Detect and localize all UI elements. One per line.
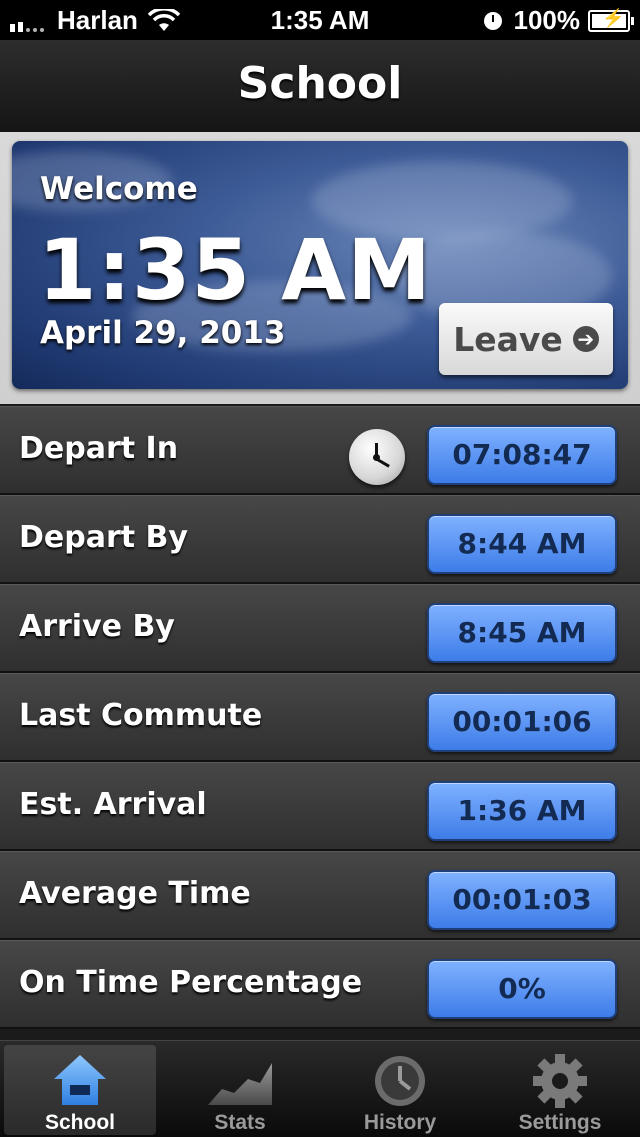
leave-button[interactable]: Leave ➔ [439, 303, 613, 375]
tab-label: Stats [214, 1111, 266, 1134]
row-arrive-by: Arrive By 8:45 AM [0, 584, 640, 673]
sky-card: Welcome 1:35 AM April 29, 2013 Leave ➔ [12, 141, 628, 389]
row-label: Last Commute [19, 698, 263, 733]
welcome-text: Welcome [40, 171, 198, 207]
clock-icon [349, 429, 405, 485]
home-icon [54, 1055, 106, 1105]
alarm-clock-icon [483, 11, 502, 30]
row-value: 00:01:06 [427, 692, 617, 752]
navigation-bar: School [0, 40, 640, 134]
tab-school[interactable]: School [4, 1045, 156, 1135]
row-value: 8:45 AM [427, 603, 617, 663]
row-value: 8:44 AM [427, 514, 617, 574]
row-value: 07:08:47 [427, 425, 617, 485]
tab-label: Settings [518, 1111, 602, 1134]
row-value: 1:36 AM [427, 781, 617, 841]
tab-label: History [363, 1111, 437, 1134]
row-label: Est. Arrival [19, 787, 207, 822]
gear-icon [533, 1054, 587, 1108]
page-title: School [237, 58, 403, 109]
row-label: Average Time [19, 876, 251, 911]
tab-history[interactable]: History [324, 1045, 476, 1135]
current-time: 1:35 AM [38, 221, 432, 319]
row-depart-in: Depart In 07:08:47 [0, 406, 640, 495]
row-label: On Time Percentage [19, 965, 363, 1000]
current-date: April 29, 2013 [40, 315, 286, 351]
battery-percent: 100% [513, 5, 581, 35]
tab-bar: School Stats History Settings [0, 1040, 640, 1137]
row-depart-by: Depart By 8:44 AM [0, 495, 640, 584]
tab-settings[interactable]: Settings [484, 1045, 636, 1135]
status-right: 100% ⚡ [483, 5, 634, 36]
commute-list: Depart In 07:08:47 Depart By 8:44 AM Arr… [0, 406, 640, 1029]
row-label: Depart By [19, 520, 188, 555]
header-section: Welcome 1:35 AM April 29, 2013 Leave ➔ [0, 132, 640, 404]
leave-label: Leave [453, 319, 563, 359]
battery-icon: ⚡ [588, 8, 634, 32]
row-value: 0% [427, 959, 617, 1019]
tab-label: School [44, 1111, 115, 1134]
chart-icon [208, 1063, 272, 1105]
row-value: 00:01:03 [427, 870, 617, 930]
row-on-time-percentage: On Time Percentage 0% [0, 940, 640, 1029]
status-bar: Harlan 1:35 AM 100% ⚡ [0, 0, 640, 40]
arrow-right-icon: ➔ [572, 326, 599, 352]
row-average-time: Average Time 00:01:03 [0, 851, 640, 940]
row-label: Depart In [19, 431, 179, 466]
row-last-commute: Last Commute 00:01:06 [0, 673, 640, 762]
clock-icon [375, 1056, 425, 1106]
tab-stats[interactable]: Stats [164, 1045, 316, 1135]
row-label: Arrive By [19, 609, 175, 644]
row-est-arrival: Est. Arrival 1:36 AM [0, 762, 640, 851]
